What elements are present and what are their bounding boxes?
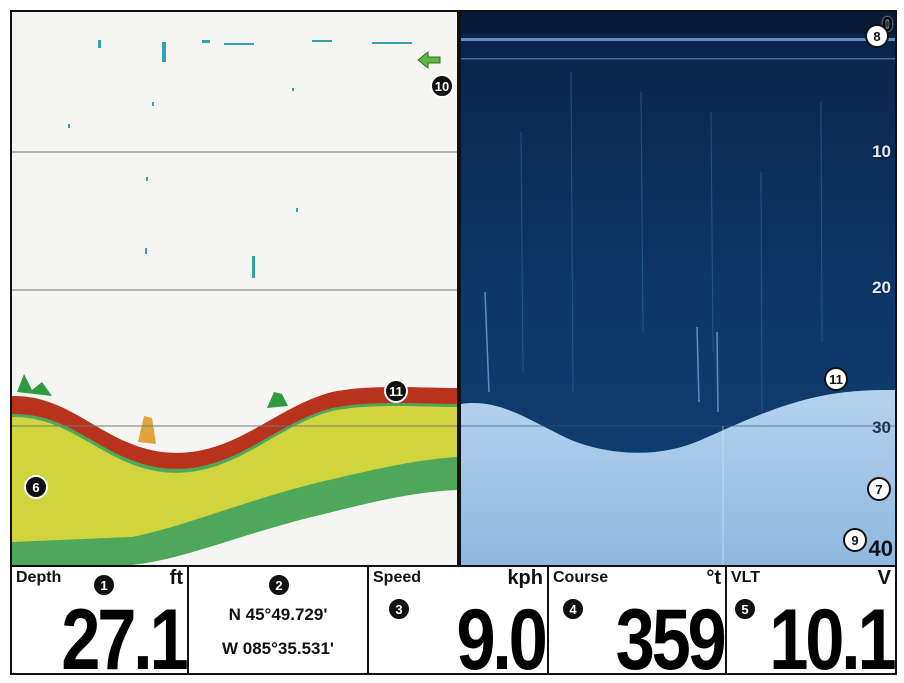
depth-readout[interactable]: Depth ft 1 27.1 — [12, 567, 189, 675]
callout-speed: 3 — [387, 597, 411, 621]
depth-value: 27.1 — [60, 592, 187, 675]
callout-max-depth: 9 — [843, 528, 867, 552]
longitude-value: W 085°35.531' — [222, 639, 334, 658]
structure-return — [138, 416, 156, 444]
callout-course: 4 — [561, 597, 585, 621]
down-imaging-view[interactable]: 0 10 20 30 40 8 11 7 9 — [461, 12, 895, 565]
course-value: 359 — [615, 592, 725, 675]
callout-bottom: 11 — [824, 367, 848, 391]
callout-bottom-line: 11 — [384, 379, 408, 403]
depth-scale-40: 40 — [868, 536, 893, 561]
voltage-value: 10.1 — [768, 592, 895, 675]
callout-sonar-return: 6 — [24, 475, 48, 499]
course-label: Course — [553, 569, 609, 586]
callout-bottom-return: 7 — [867, 477, 891, 501]
sonar-2d-graphic — [12, 40, 457, 565]
sonar-2d-view[interactable]: 10 11 6 — [12, 12, 457, 565]
fish-arrow-icon — [417, 50, 441, 70]
voltage-unit: V — [877, 567, 891, 589]
voltage-label: VLT — [731, 569, 761, 586]
position-readout[interactable]: 2 N 45°49.729' W 085°35.531' — [189, 567, 369, 673]
latitude-value: N 45°49.729' — [228, 605, 328, 624]
depth-label: Depth — [16, 569, 62, 586]
depth-scale-20: 20 — [872, 278, 891, 297]
speed-unit: kph — [507, 567, 543, 589]
surface-line — [461, 38, 895, 41]
down-imaging-graphic — [461, 12, 895, 565]
digital-readout-bar: Depth ft 1 27.1 2 N 45°49.729' W 085°35.… — [12, 567, 895, 675]
fishfinder-screen: 10 11 6 0 10 20 30 40 8 11 7 9 Depth ft … — [10, 10, 897, 675]
voltage-readout[interactable]: VLT V 5 10.1 — [727, 567, 895, 675]
callout-fish-arrow: 10 — [430, 74, 454, 98]
depth-scale-30: 30 — [872, 418, 891, 437]
structure-return — [17, 374, 52, 396]
depth-unit: ft — [169, 567, 183, 589]
course-unit: °t — [706, 567, 721, 589]
surface-band — [461, 12, 895, 34]
structure-return — [267, 392, 288, 408]
surface-line — [461, 58, 895, 60]
surface-clutter — [68, 40, 412, 278]
speed-value: 9.0 — [456, 592, 547, 675]
speed-label: Speed — [373, 569, 422, 586]
callout-surface: 8 — [865, 24, 889, 48]
callout-voltage: 5 — [733, 597, 757, 621]
depth-scale-10: 10 — [872, 142, 891, 161]
course-readout[interactable]: Course °t 4 359 — [549, 567, 727, 675]
speed-readout[interactable]: Speed kph 3 9.0 — [369, 567, 549, 675]
callout-position: 2 — [267, 573, 291, 597]
